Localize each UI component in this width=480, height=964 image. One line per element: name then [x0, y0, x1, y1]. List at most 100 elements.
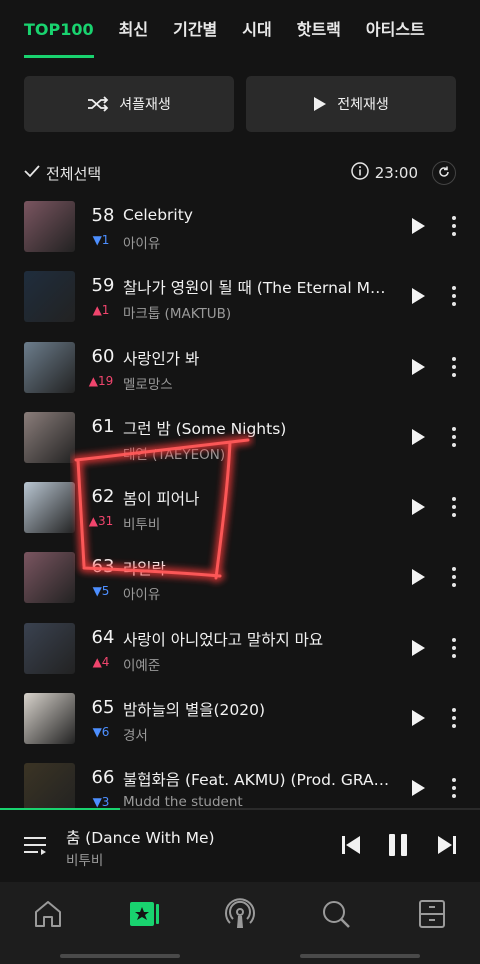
album-art[interactable] [24, 411, 75, 463]
shuffle-play-label: 셔플재생 [119, 97, 171, 113]
song-row[interactable]: 61 그런 밤 (Some Nights) 태연 (TAEYEON) [0, 402, 480, 472]
song-rank: 59 [91, 275, 115, 297]
song-title[interactable]: 사랑인가 봐 [123, 347, 398, 369]
check-icon [24, 164, 40, 182]
play-icon[interactable] [408, 778, 428, 798]
song-artist[interactable]: 태연 (TAEYEON) [123, 443, 383, 463]
rank-change: ▲1 [84, 303, 118, 317]
library-icon[interactable] [416, 898, 448, 930]
song-rank: 60 [91, 345, 115, 367]
song-title[interactable]: 그런 밤 (Some Nights) [123, 417, 398, 439]
home-icon[interactable] [32, 898, 64, 930]
album-art[interactable] [24, 693, 75, 745]
rank-change-value: 5 [101, 584, 110, 599]
song-row[interactable]: 62 ▲31 봄이 피어나 비투비 [0, 472, 480, 542]
refresh-icon [438, 164, 450, 182]
tab-era[interactable]: 시대 [242, 0, 271, 58]
bottom-navigation [0, 882, 480, 964]
tab-hot-track[interactable]: 핫트랙 [297, 0, 341, 58]
info-icon[interactable] [351, 162, 369, 184]
album-art[interactable] [24, 341, 75, 393]
song-artist[interactable]: 멜로망스 [123, 373, 383, 393]
album-art[interactable] [24, 271, 75, 323]
search-icon[interactable] [320, 898, 352, 930]
play-icon[interactable] [408, 708, 428, 728]
play-icon[interactable] [408, 286, 428, 306]
song-title[interactable]: 사랑이 아니었다고 말하지 마요 [123, 628, 398, 650]
play-icon[interactable] [408, 567, 428, 587]
song-artist[interactable]: 경서 [123, 724, 383, 744]
more-options-icon[interactable] [448, 496, 460, 518]
select-all-toggle[interactable]: 전체선택 [24, 163, 101, 184]
gesture-bar-right [300, 954, 420, 958]
song-row[interactable]: 63 ▼5 라일락 아이유 [0, 542, 480, 612]
rank-change: ▲19 [84, 374, 118, 388]
chart-icon[interactable] [128, 898, 160, 930]
song-artist[interactable]: 아이유 [123, 232, 383, 252]
play-icon [313, 96, 327, 112]
previous-track-icon[interactable] [338, 832, 364, 858]
song-row[interactable]: 64 ▲4 사랑이 아니었다고 말하지 마요 이예준 [0, 613, 480, 683]
song-rank: 63 [91, 556, 115, 578]
play-all-label: 전체재생 [337, 97, 389, 113]
next-track-icon[interactable] [434, 832, 460, 858]
song-artist[interactable]: 아이유 [123, 583, 383, 603]
podcast-icon[interactable] [224, 898, 256, 930]
song-title[interactable]: Celebrity [123, 206, 398, 224]
song-rank: 65 [91, 697, 115, 719]
list-toolbar: 전체선택 23:00 [24, 156, 456, 190]
album-art[interactable] [24, 482, 75, 534]
song-title[interactable]: 봄이 피어나 [123, 487, 398, 509]
gesture-bar-left [60, 954, 180, 958]
song-artist[interactable]: 마크툽 (MAKTUB) [123, 302, 383, 322]
rank-change-down-icon: ▼ [92, 725, 102, 740]
shuffle-icon [87, 96, 109, 112]
album-art[interactable] [24, 763, 75, 815]
more-options-icon[interactable] [448, 356, 460, 378]
song-row[interactable]: 58 ▼1 Celebrity 아이유 [0, 191, 480, 261]
pause-icon[interactable] [385, 832, 411, 858]
more-options-icon[interactable] [448, 777, 460, 799]
song-title[interactable]: 라일락 [123, 557, 398, 579]
rank-change-up-icon: ▲ [92, 654, 102, 669]
album-art[interactable] [24, 622, 75, 674]
song-rank: 66 [91, 767, 115, 789]
shuffle-play-button[interactable]: 셔플재생 [24, 76, 234, 132]
song-title[interactable]: 불협화음 (Feat. AKMU) (Prod. GRA… [123, 768, 398, 790]
song-row[interactable]: 59 ▲1 찰나가 영원이 될 때 (The Eternal M… 마크툽 (M… [0, 261, 480, 331]
play-icon[interactable] [408, 357, 428, 377]
song-row[interactable]: 60 ▲19 사랑인가 봐 멜로망스 [0, 332, 480, 402]
play-all-button[interactable]: 전체재생 [246, 76, 456, 132]
more-options-icon[interactable] [448, 426, 460, 448]
more-options-icon[interactable] [448, 215, 460, 237]
more-options-icon[interactable] [448, 637, 460, 659]
more-options-icon[interactable] [448, 285, 460, 307]
album-art[interactable] [24, 552, 75, 604]
more-options-icon[interactable] [448, 707, 460, 729]
tab-period[interactable]: 기간별 [173, 0, 217, 58]
song-rank: 61 [91, 415, 115, 437]
update-time: 23:00 [351, 161, 456, 185]
play-icon[interactable] [408, 427, 428, 447]
rank-change-down-icon: ▼ [92, 233, 102, 247]
select-all-label: 전체선택 [46, 164, 102, 183]
song-artist[interactable]: 이예준 [123, 654, 383, 674]
play-icon[interactable] [408, 216, 428, 236]
tab-latest[interactable]: 최신 [119, 0, 148, 58]
play-icon[interactable] [408, 497, 428, 517]
album-art[interactable] [24, 201, 75, 252]
song-title[interactable]: 밤하늘의 별을(2020) [123, 698, 398, 720]
play-icon[interactable] [408, 638, 428, 658]
rank-change-up-icon: ▲ [88, 514, 98, 529]
song-row[interactable]: 65 ▼6 밤하늘의 별을(2020) 경서 [0, 683, 480, 753]
tab-top100[interactable]: TOP100 [24, 0, 94, 58]
song-title[interactable]: 찰나가 영원이 될 때 (The Eternal M… [123, 276, 398, 298]
playlist-icon[interactable] [22, 832, 48, 858]
rank-change-value: 19 [97, 373, 114, 388]
song-artist[interactable]: 비투비 [123, 513, 383, 533]
now-playing-title[interactable]: 춤 (Dance With Me) [66, 826, 215, 848]
refresh-button[interactable] [432, 161, 456, 185]
tab-artist[interactable]: 아티스트 [366, 0, 425, 58]
more-options-icon[interactable] [448, 566, 460, 588]
rank-change: ▲4 [84, 655, 118, 669]
